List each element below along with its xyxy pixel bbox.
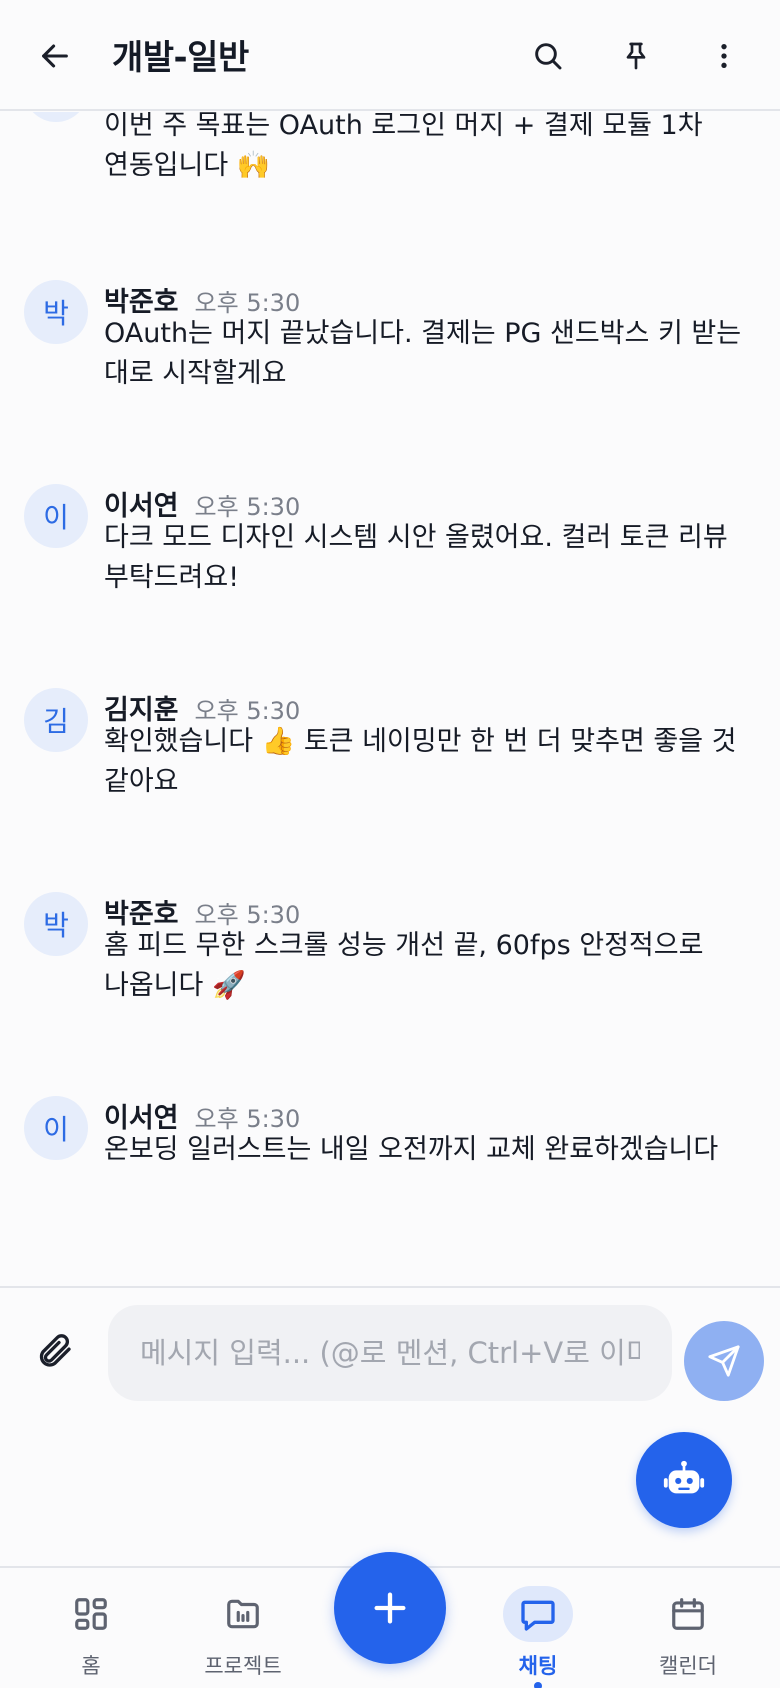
send-button[interactable]: [684, 1321, 764, 1401]
nav-item-calendar[interactable]: 캘린더: [610, 1568, 766, 1688]
search-button[interactable]: [516, 24, 580, 88]
avatar[interactable]: 이: [24, 484, 88, 548]
arrow-left-icon: [42, 44, 68, 68]
message-time: 오후 5:30: [194, 1105, 301, 1133]
avatar[interactable]: [24, 112, 88, 122]
message-time: 오후 5:30: [194, 493, 301, 521]
message-time: 오후 5:30: [194, 289, 301, 317]
message-text: 온보딩 일러스트는 내일 오전까지 교체 완료하겠습니다: [104, 1134, 719, 1165]
attach-button[interactable]: [22, 1318, 86, 1382]
nav-item-home[interactable]: 홈: [13, 1568, 169, 1688]
folder-icon: [227, 1599, 259, 1629]
send-icon: [708, 1345, 740, 1377]
back-button[interactable]: [23, 24, 87, 88]
calendar-icon: [672, 1598, 704, 1630]
message-text: 다크 모드 디자인 시스템 시안 올렸어요. 컬러 토큰 리뷰 부탁드려요!: [104, 522, 728, 593]
nav-label: 홈: [81, 1654, 101, 1678]
grid-icon: [75, 1598, 107, 1630]
search-icon: [535, 43, 562, 70]
message-text: 확인했습니다 👍 토큰 네이밍만 한 번 더 맞추면 좋을 것 같아요: [104, 726, 737, 797]
avatar[interactable]: 박: [24, 280, 88, 344]
nav-label: 캘린더: [659, 1654, 717, 1678]
create-new-button[interactable]: [334, 1552, 446, 1664]
message-text: OAuth는 머지 끝났습니다. 결제는 PG 샌드박스 키 받는 대로 시작할…: [104, 318, 742, 389]
nav-item-projects[interactable]: 프로젝트: [165, 1568, 321, 1688]
paperclip-icon: [39, 1334, 71, 1367]
message-composer: [0, 1286, 780, 1408]
more-vertical-icon: [721, 44, 727, 68]
message-input[interactable]: [108, 1305, 672, 1401]
nav-icon-wrap: [653, 1586, 723, 1642]
message-text: 이번 주 목표는 OAuth 로그인 머지 + 결제 모듈 1차 연동입니다 🙌: [104, 112, 703, 181]
message-input-container: [108, 1305, 672, 1401]
message-list[interactable]: 이번 주 목표는 OAuth 로그인 머지 + 결제 모듈 1차 연동입니다 🙌…: [0, 112, 780, 1286]
nav-item-chat[interactable]: 채팅: [460, 1568, 616, 1688]
active-indicator-dot: [534, 1682, 542, 1688]
nav-icon-wrap: [56, 1586, 126, 1642]
message-text: 홈 피드 무한 스크롤 성능 개선 끝, 60fps 안정적으로 나옵니다 🚀: [104, 930, 704, 1001]
message-time: 오후 5:30: [194, 697, 301, 725]
chat-bubble-icon: [521, 1600, 555, 1631]
robot-icon: [663, 1460, 705, 1494]
app-bar: 개발-일반: [0, 0, 780, 111]
message-time: 오후 5:30: [194, 901, 301, 929]
pin-icon: [626, 42, 646, 70]
nav-label: 채팅: [518, 1654, 558, 1678]
avatar[interactable]: 이: [24, 1096, 88, 1160]
nav-label: 프로젝트: [204, 1654, 282, 1678]
channel-title: 개발-일반: [112, 38, 249, 78]
plus-icon: [374, 1592, 406, 1624]
ai-assistant-button[interactable]: [636, 1432, 732, 1528]
pin-button[interactable]: [604, 24, 668, 88]
nav-icon-wrap: [503, 1586, 573, 1642]
avatar[interactable]: 김: [24, 688, 88, 752]
nav-icon-wrap: [208, 1586, 278, 1642]
avatar[interactable]: 박: [24, 892, 88, 956]
more-options-button[interactable]: [692, 24, 756, 88]
